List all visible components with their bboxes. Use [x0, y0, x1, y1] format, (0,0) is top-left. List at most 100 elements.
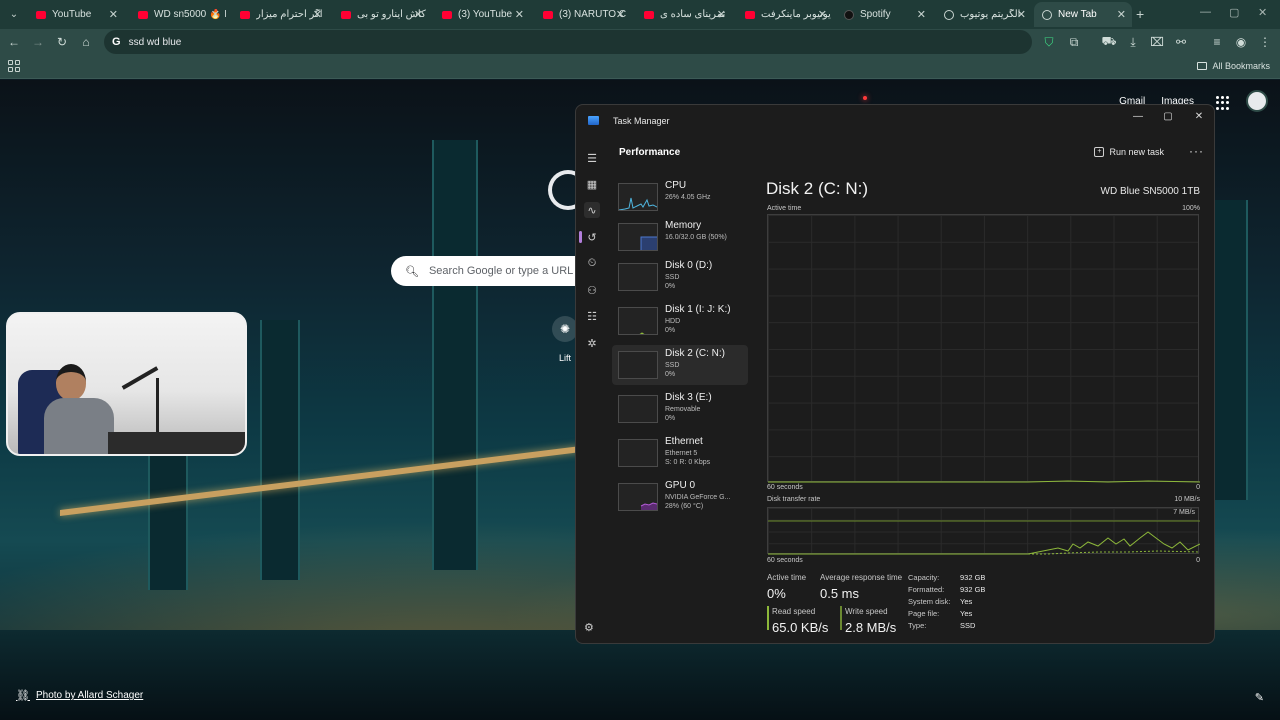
- chrome-menu-icon[interactable]: ⋮: [1257, 34, 1273, 50]
- device-usage: 0%: [665, 415, 676, 422]
- property-value: Yes: [960, 597, 973, 606]
- task-manager-titlebar[interactable]: Task Manager — ▢ ✕: [576, 105, 1214, 137]
- device-sub: 26% 4.05 GHz: [665, 194, 711, 201]
- device-item-disk0[interactable]: Disk 0 (D:) SSD 0%: [612, 257, 748, 297]
- close-window-icon[interactable]: ✕: [1258, 6, 1267, 19]
- startup-apps-icon[interactable]: ⏲: [584, 255, 600, 271]
- users-icon[interactable]: ⚇: [584, 282, 600, 298]
- account-avatar[interactable]: [1246, 90, 1268, 112]
- hamburger-menu-icon[interactable]: ☰: [584, 150, 600, 166]
- tab[interactable]: تمرینای ساده ی ✕: [636, 2, 732, 27]
- task-manager-nav-rail: ☰ ▦ ∿ ↺ ⏲ ⚇ ☷ ✲: [576, 137, 608, 643]
- tm-maximize-icon[interactable]: ▢: [1159, 111, 1177, 127]
- device-name: Disk 0 (D:): [665, 260, 713, 271]
- device-item-gpu0[interactable]: GPU 0 NVIDIA GeForce G... 28% (60 °C): [612, 477, 748, 517]
- performance-icon[interactable]: ∿: [584, 202, 600, 218]
- home-icon[interactable]: ⌂: [78, 34, 94, 50]
- shortcut-label[interactable]: Lift: [559, 353, 571, 363]
- extensions-icon[interactable]: ⧉: [1066, 34, 1082, 50]
- device-item-disk2[interactable]: Disk 2 (C: N:) SSD 0%: [612, 345, 748, 385]
- ntp-search-box[interactable]: 🔍︎ Search Google or type a URL: [391, 256, 591, 286]
- reload-icon[interactable]: ↻: [54, 34, 70, 50]
- read-speed-bar: [767, 606, 769, 630]
- app-history-icon[interactable]: ↺: [584, 229, 600, 245]
- tab-active[interactable]: New Tab ✕: [1034, 2, 1132, 27]
- omnibox[interactable]: G ssd wd blue: [104, 30, 1032, 54]
- profile-avatar-icon[interactable]: ◉: [1233, 34, 1249, 50]
- reading-list-icon[interactable]: ≡: [1209, 34, 1225, 50]
- vr-icon[interactable]: ⚯: [1173, 34, 1189, 50]
- tm-close-icon[interactable]: ✕: [1190, 111, 1208, 127]
- device-item-disk1[interactable]: Disk 1 (I: J: K:) HDD 0%: [612, 301, 748, 341]
- close-icon[interactable]: ✕: [616, 8, 625, 21]
- run-new-task-button[interactable]: + Run new task: [1094, 147, 1164, 157]
- tab[interactable]: الگریتم یوتیوب ✕: [936, 2, 1032, 27]
- settings-gear-icon[interactable]: ⚙: [584, 621, 594, 634]
- nav-selection-indicator: [579, 231, 582, 243]
- disk1-thumb-graph: [618, 307, 658, 335]
- google-apps-icon[interactable]: [1216, 96, 1230, 110]
- close-icon[interactable]: ✕: [515, 8, 524, 21]
- tab[interactable]: (3) YouTube ✕: [434, 2, 530, 27]
- browser-toolbar: ← → ↻ ⌂ G ssd wd blue ⛉ ⧉ ⛟ ⤓ ⌧ ⚯ ≡ ◉ ⋮: [0, 29, 1280, 55]
- youtube-icon: [543, 10, 553, 19]
- new-tab-button[interactable]: +: [1136, 6, 1144, 22]
- bridge-tower: [260, 320, 300, 580]
- back-icon[interactable]: ←: [6, 34, 22, 50]
- close-icon[interactable]: ✕: [1017, 8, 1026, 21]
- tab-search-button[interactable]: ⌄: [4, 4, 24, 24]
- photo-credit-link[interactable]: ⛓ Photo by Allard Schager: [16, 689, 143, 702]
- device-item-memory[interactable]: Memory 16.0/32.0 GB (50%): [612, 217, 748, 257]
- photo-credit-text[interactable]: Photo by Allard Schager: [36, 690, 143, 701]
- all-bookmarks-button[interactable]: All Bookmarks: [1197, 61, 1270, 71]
- tab[interactable]: کاش اینارو تو بی ✕: [333, 2, 429, 27]
- more-options-icon[interactable]: ···: [1189, 144, 1204, 158]
- device-item-disk3[interactable]: Disk 3 (E:) Removable 0%: [612, 389, 748, 429]
- maximize-icon[interactable]: ▢: [1229, 6, 1239, 19]
- tab[interactable]: یوتیوبر ماینکرفت ✕: [737, 2, 833, 27]
- close-icon[interactable]: ✕: [917, 8, 926, 21]
- tab[interactable]: WD sn5000 🔥 I ✕: [130, 2, 226, 27]
- red-light: [863, 96, 867, 100]
- car-extension-icon[interactable]: ⛟: [1101, 34, 1117, 50]
- device-sub: Removable: [665, 406, 701, 413]
- gpu0-thumb-graph: [618, 483, 658, 511]
- device-sub: NVIDIA GeForce G...: [665, 494, 731, 501]
- close-icon[interactable]: ✕: [818, 8, 827, 21]
- property-key: Capacity:: [908, 573, 940, 582]
- read-speed-label: Read speed: [772, 607, 816, 616]
- services-icon[interactable]: ✲: [584, 335, 600, 351]
- close-icon[interactable]: ✕: [414, 8, 423, 21]
- close-icon[interactable]: ✕: [109, 8, 118, 21]
- device-item-ethernet[interactable]: Ethernet Ethernet 5 S: 0 R: 0 Kbps: [612, 433, 748, 473]
- download-icon[interactable]: ⤓: [1125, 34, 1141, 50]
- omnibox-text[interactable]: ssd wd blue: [129, 37, 182, 48]
- tab[interactable]: اگر احترام میزار ✕: [232, 2, 328, 27]
- spotify-icon: [844, 9, 854, 20]
- device-usage: 0%: [665, 327, 676, 334]
- close-icon[interactable]: ✕: [211, 8, 220, 21]
- close-icon[interactable]: ✕: [313, 8, 322, 21]
- apps-grid-icon[interactable]: [8, 60, 20, 72]
- close-icon[interactable]: ✕: [717, 8, 726, 21]
- transfer-rate-graph: 7 MB/s: [767, 507, 1200, 555]
- minimize-icon[interactable]: —: [1200, 6, 1211, 18]
- forward-icon[interactable]: →: [30, 34, 46, 50]
- tab[interactable]: YouTube ✕: [28, 2, 124, 27]
- tab[interactable]: Spotify ✕: [836, 2, 932, 27]
- close-icon[interactable]: ✕: [1117, 8, 1126, 21]
- tm-minimize-icon[interactable]: —: [1129, 111, 1147, 127]
- youtube-icon: [240, 10, 250, 19]
- shield-extension-icon[interactable]: ⛉: [1041, 34, 1057, 50]
- disk2-thumb-graph: [618, 351, 658, 379]
- openai-icon: [944, 9, 954, 20]
- youtube-icon: [36, 10, 46, 19]
- tab[interactable]: (3) NARUTO C ✕: [535, 2, 631, 27]
- device-item-cpu[interactable]: CPU 26% 4.05 GHz: [612, 177, 748, 217]
- details-icon[interactable]: ☷: [584, 308, 600, 324]
- processes-icon[interactable]: ▦: [584, 176, 600, 192]
- bridge-tower: [432, 140, 478, 570]
- customize-pencil-icon[interactable]: ✎: [1255, 691, 1264, 704]
- task-manager-icon: [588, 116, 599, 125]
- translate-icon[interactable]: ⌧: [1149, 34, 1165, 50]
